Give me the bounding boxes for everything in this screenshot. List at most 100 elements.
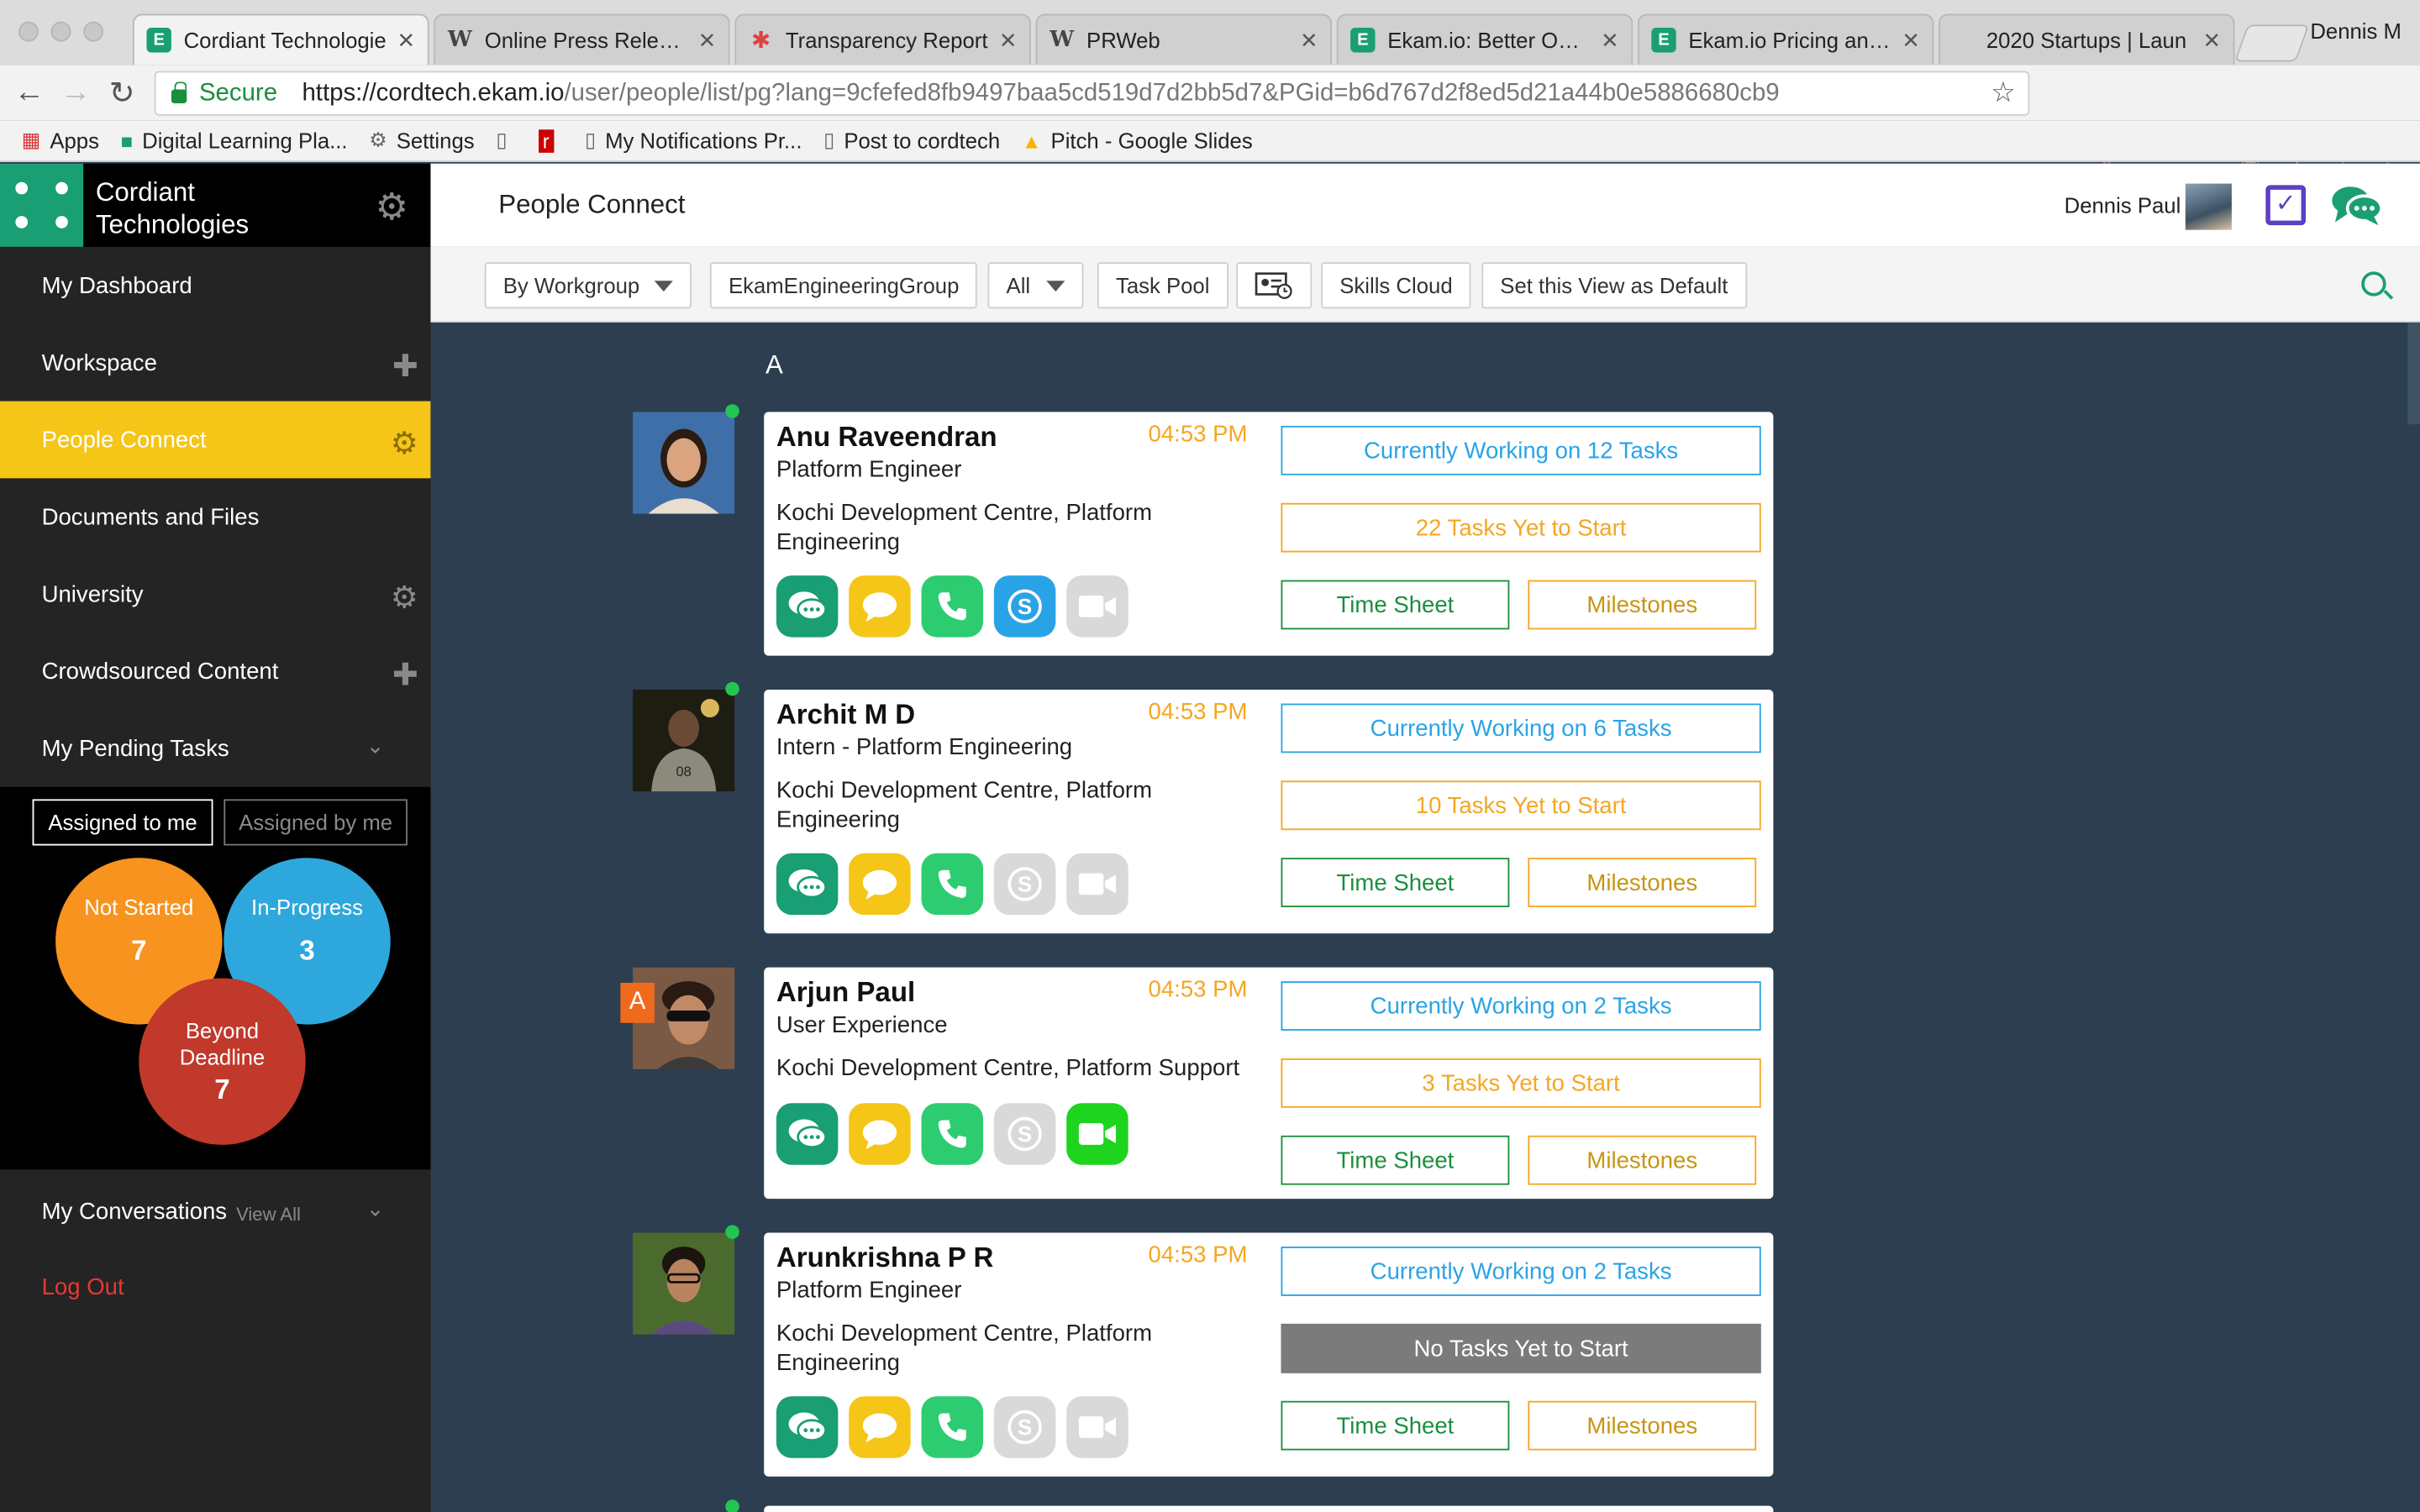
sidebar-item-documents[interactable]: Documents and Files: [0, 478, 430, 555]
current-tasks-button[interactable]: Currently Working on 2 Tasks: [1281, 1247, 1761, 1296]
time-sheet-button[interactable]: Time Sheet: [1281, 858, 1510, 908]
close-icon[interactable]: ✕: [1601, 27, 1619, 53]
time-sheet-button[interactable]: Time Sheet: [1281, 1135, 1510, 1185]
milestones-button[interactable]: Milestones: [1528, 1400, 1757, 1451]
forward-arrow-icon[interactable]: →: [52, 75, 98, 110]
skype-icon[interactable]: S: [993, 1103, 1056, 1165]
phone-icon[interactable]: [921, 1103, 984, 1165]
bookmark-r[interactable]: r: [538, 129, 563, 152]
contact-card-button[interactable]: [1236, 262, 1313, 309]
sidebar-item-pending-tasks[interactable]: My Pending Tasks ⌄: [0, 710, 430, 787]
video-call-icon[interactable]: [1066, 853, 1128, 916]
task-check-icon[interactable]: ✓: [2265, 185, 2307, 226]
phone-icon[interactable]: [921, 853, 984, 916]
message-icon[interactable]: [849, 1396, 911, 1458]
browser-tab[interactable]: E Ekam.io Pricing and S ✕: [1637, 13, 1934, 66]
pending-tasks-button[interactable]: No Tasks Yet to Start: [1281, 1323, 1761, 1373]
workgroup-dropdown[interactable]: By Workgroup: [484, 262, 692, 309]
sidebar-item-university[interactable]: University ⚙: [0, 555, 430, 633]
close-icon[interactable]: ✕: [1300, 27, 1318, 53]
window-close-button[interactable]: [18, 21, 39, 42]
browser-profile[interactable]: Dennis M: [2310, 18, 2402, 43]
avatar[interactable]: [2185, 183, 2232, 230]
group-button[interactable]: EkamEngineeringGroup: [709, 262, 978, 309]
chat-icon[interactable]: [776, 1103, 839, 1165]
milestones-button[interactable]: Milestones: [1528, 858, 1757, 908]
video-call-icon[interactable]: [1066, 1396, 1128, 1458]
person-name[interactable]: Anu Raveendran: [776, 421, 997, 454]
person-name[interactable]: Arunkrishna P R: [776, 1242, 993, 1275]
message-icon[interactable]: [849, 1103, 911, 1165]
bookmark-pitch[interactable]: ▲ Pitch - Google Slides: [1022, 128, 1253, 152]
avatar[interactable]: [633, 412, 735, 514]
beyond-deadline-bubble[interactable]: Beyond Deadline 7: [139, 978, 306, 1145]
phone-icon[interactable]: [921, 1396, 984, 1458]
person-name[interactable]: Archit M D: [776, 699, 915, 732]
person-name[interactable]: Arjun Paul: [776, 977, 915, 1010]
chat-icon[interactable]: [776, 853, 839, 916]
close-icon[interactable]: ✕: [1902, 27, 1920, 53]
time-sheet-button[interactable]: Time Sheet: [1281, 580, 1510, 630]
bookmark-settings[interactable]: ⚙ Settings: [369, 128, 474, 152]
browser-tab[interactable]: ✱ Transparency Report ✕: [734, 13, 1031, 66]
reload-icon[interactable]: ↻: [99, 73, 145, 112]
video-call-icon[interactable]: [1066, 575, 1128, 638]
time-sheet-button[interactable]: Time Sheet: [1281, 1400, 1510, 1451]
browser-tab[interactable]: 2020 Startups | Laun ✕: [1938, 13, 2235, 66]
tab-assigned-to-me[interactable]: Assigned to me: [32, 799, 213, 846]
close-icon[interactable]: ✕: [999, 27, 1018, 53]
filter-dropdown[interactable]: All: [987, 262, 1083, 309]
milestones-button[interactable]: Milestones: [1528, 1135, 1757, 1185]
scrollbar[interactable]: [2407, 322, 2420, 425]
logo[interactable]: [0, 163, 84, 247]
browser-tab[interactable]: W Online Press Release ✕: [434, 13, 730, 66]
bookmark-notifications[interactable]: ▯ My Notifications Pr...: [585, 128, 802, 152]
gear-icon[interactable]: ⚙: [391, 424, 418, 463]
view-all-link[interactable]: View All: [236, 1203, 301, 1225]
bookmark-digital-learning[interactable]: ■ Digital Learning Pla...: [121, 128, 348, 152]
sidebar-item-workspace[interactable]: Workspace ✚: [0, 324, 430, 402]
milestones-button[interactable]: Milestones: [1528, 580, 1757, 630]
video-call-icon[interactable]: [1066, 1103, 1128, 1165]
sidebar-item-dashboard[interactable]: My Dashboard: [0, 247, 430, 324]
current-tasks-button[interactable]: Currently Working on 6 Tasks: [1281, 703, 1761, 753]
browser-tab[interactable]: E Cordiant Technologie ✕: [132, 13, 429, 66]
skype-icon[interactable]: S: [993, 853, 1056, 916]
back-arrow-icon[interactable]: ←: [6, 75, 52, 110]
message-icon[interactable]: [849, 853, 911, 916]
logout-link[interactable]: Log Out: [42, 1274, 124, 1300]
pending-tasks-button[interactable]: 3 Tasks Yet to Start: [1281, 1058, 1761, 1108]
new-tab-button[interactable]: [2233, 24, 2310, 62]
sidebar-item-people-connect[interactable]: People Connect ⚙: [0, 401, 431, 479]
sidebar-item-crowdsourced[interactable]: Crowdsourced Content ✚: [0, 633, 430, 710]
chat-icon[interactable]: [776, 1396, 839, 1458]
skype-icon[interactable]: S: [993, 1396, 1056, 1458]
browser-tab[interactable]: E Ekam.io: Better Outco ✕: [1336, 13, 1634, 66]
browser-tab[interactable]: W PRWeb ✕: [1035, 13, 1333, 66]
avatar[interactable]: 08: [633, 690, 735, 792]
chevron-down-icon[interactable]: ⌄: [366, 1195, 385, 1221]
set-default-view-button[interactable]: Set this View as Default: [1481, 262, 1747, 309]
gear-icon[interactable]: ⚙: [391, 579, 418, 617]
window-zoom-button[interactable]: [83, 21, 104, 42]
tab-assigned-by-me[interactable]: Assigned by me: [224, 799, 408, 846]
bookmark-star-icon[interactable]: ☆: [1991, 77, 2016, 110]
user-name[interactable]: Dennis Paul: [2065, 193, 2181, 218]
message-icon[interactable]: [849, 575, 911, 638]
task-pool-button[interactable]: Task Pool: [1097, 262, 1228, 309]
url-input[interactable]: Secure https://cordtech.ekam.io/user/peo…: [154, 71, 2030, 116]
skills-cloud-button[interactable]: Skills Cloud: [1321, 262, 1471, 309]
plus-icon[interactable]: ✚: [392, 656, 418, 695]
bookmark-apps[interactable]: ▦ Apps: [22, 128, 99, 152]
chevron-down-icon[interactable]: ⌄: [366, 732, 385, 759]
pending-tasks-button[interactable]: 10 Tasks Yet to Start: [1281, 780, 1761, 831]
bookmark-page[interactable]: ▯: [496, 128, 516, 152]
chat-icon[interactable]: [776, 575, 839, 638]
gear-icon[interactable]: ⚙: [375, 185, 408, 229]
close-icon[interactable]: ✕: [2203, 27, 2222, 53]
close-icon[interactable]: ✕: [397, 27, 416, 53]
search-icon[interactable]: [2361, 271, 2386, 297]
sidebar-item-conversations[interactable]: My Conversations View All ⌄: [0, 1173, 430, 1250]
chat-bubbles-icon[interactable]: [2330, 184, 2383, 227]
close-icon[interactable]: ✕: [698, 27, 717, 53]
